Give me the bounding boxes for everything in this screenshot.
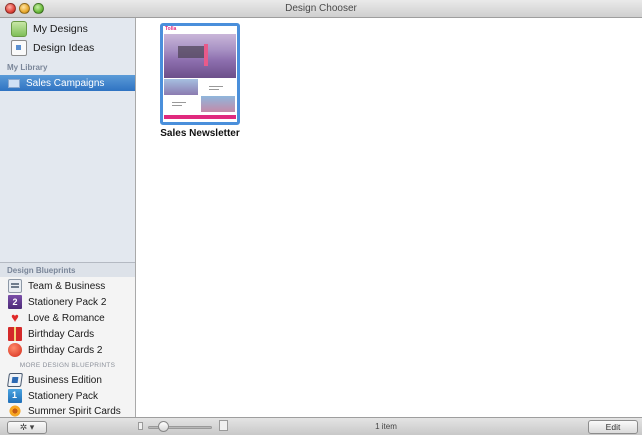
more-blueprints-header: MORE DESIGN BLUEPRINTS <box>19 362 116 369</box>
newsletter-text-block-2 <box>164 97 198 111</box>
sidebar-item-label: Stationery Pack <box>28 390 99 402</box>
newsletter-brand: Tolla <box>165 26 177 32</box>
sidebar-item-sales-campaigns[interactable]: Sales Campaigns <box>0 75 135 91</box>
stationery-pack-2-icon: 2 <box>8 295 22 309</box>
sidebar: My Designs Design Ideas My Library Sales… <box>0 18 136 418</box>
design-thumbnail[interactable]: Tolla <box>160 23 240 125</box>
sidebar-item-birthday-cards-2[interactable]: Birthday Cards 2 <box>0 342 135 358</box>
blueprints-list: Team & Business 2 Stationery Pack 2 ♥ Lo… <box>0 277 135 418</box>
sidebar-item-love-romance[interactable]: ♥ Love & Romance <box>0 310 135 326</box>
sidebar-item-label: Love & Romance <box>28 312 105 324</box>
sidebar-item-label: Design Ideas <box>33 42 95 54</box>
sidebar-item-business-edition[interactable]: Business Edition <box>0 372 135 388</box>
sidebar-item-label: Sales Campaigns <box>26 77 105 89</box>
newsletter-hero-figure <box>204 44 208 66</box>
design-blueprints-title: Design Blueprints <box>7 266 76 275</box>
sun-icon <box>8 404 22 418</box>
edit-button[interactable]: Edit <box>588 420 638 434</box>
sidebar-item-label: Birthday Cards 2 <box>28 344 103 356</box>
sidebar-item-label: My Designs <box>33 23 88 35</box>
sidebar-item-label: Summer Spirit Cards <box>28 405 121 417</box>
sidebar-item-team-business[interactable]: Team & Business <box>0 278 135 294</box>
business-edition-icon <box>7 373 23 387</box>
sidebar-item-stationery-pack[interactable]: Stationery Pack <box>0 388 135 404</box>
sidebar-item-label: Business Edition <box>28 374 102 386</box>
newsletter-header: Tolla <box>163 26 237 33</box>
design-blueprints-header: Design Blueprints <box>0 262 135 277</box>
sidebar-item-label: Stationery Pack 2 <box>28 296 107 308</box>
newsletter-photo-2 <box>201 96 235 112</box>
sidebar-item-label: Birthday Cards <box>28 328 95 340</box>
stationery-pack-icon <box>8 389 22 403</box>
my-library-header: My Library <box>7 63 48 72</box>
gift-icon <box>8 327 22 341</box>
newsletter-hero-caption <box>178 46 204 58</box>
sidebar-item-my-designs[interactable]: My Designs <box>0 20 135 38</box>
item-count: 1 item <box>375 422 397 431</box>
designs-grid: Tolla Sales Newsletter <box>136 18 642 417</box>
sidebar-item-birthday-cards[interactable]: Birthday Cards <box>0 326 135 342</box>
team-business-icon <box>8 279 22 293</box>
sidebar-item-label: Team & Business <box>28 280 106 292</box>
sidebar-item-stationery-pack-2[interactable]: 2 Stationery Pack 2 <box>0 294 135 310</box>
newsletter-text-block-1 <box>201 81 235 95</box>
newsletter-hero-image <box>164 34 236 78</box>
heart-icon: ♥ <box>11 310 19 325</box>
bottom-toolbar: ✲ ▾ 1 item Edit <box>0 417 642 435</box>
folder-icon <box>8 78 20 88</box>
balloon-icon <box>8 343 22 357</box>
window-title: Design Chooser <box>285 3 357 14</box>
my-designs-icon <box>11 21 27 37</box>
title-bar: Design Chooser <box>0 0 642 18</box>
design-ideas-icon <box>11 40 27 56</box>
newsletter-footer-bar <box>164 115 236 119</box>
newsletter-photo-1 <box>164 79 198 95</box>
design-chooser-window: Design Chooser My Designs Design Ideas M… <box>0 0 642 435</box>
design-thumbnail-label[interactable]: Sales Newsletter <box>146 128 254 139</box>
sidebar-item-design-ideas[interactable]: Design Ideas <box>0 39 135 57</box>
